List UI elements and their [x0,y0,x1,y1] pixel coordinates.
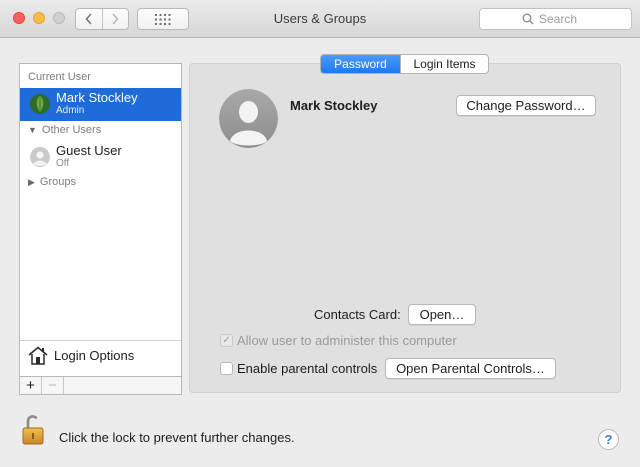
other-users-disclosure[interactable]: ▼ Other Users [28,124,101,136]
generic-user-icon [219,89,278,148]
tab-password[interactable]: Password [321,55,400,73]
generic-user-icon [30,147,50,167]
change-password-button[interactable]: Change Password… [456,95,596,116]
magnifier-icon [522,13,534,25]
user-name: Mark Stockley [56,90,138,105]
disclosure-open-triangle-icon: ▼ [28,125,37,135]
list-divider [20,340,181,341]
user-role: Off [56,158,70,169]
selected-user-name: Mark Stockley [290,98,378,113]
lock-button[interactable] [22,414,44,446]
disclosure-closed-triangle-icon: ▶ [28,176,35,187]
lock-message: Click the lock to prevent further change… [59,430,295,445]
allow-admin-checkbox[interactable]: ✓ [220,334,233,347]
title-bar: Users & Groups [0,0,640,38]
other-users-header: Other Users [41,124,102,136]
search-input[interactable] [539,12,589,26]
allow-admin-label: Allow user to administer this computer [237,333,457,348]
house-icon [28,346,48,365]
login-options-label: Login Options [54,348,135,363]
add-user-button[interactable]: + [20,377,42,394]
parental-controls-label: Enable parental controls [237,361,378,376]
remove-user-button[interactable]: − [42,377,64,394]
groups-disclosure[interactable]: ▶ Groups [28,176,76,188]
user-name: Guest User [56,143,122,158]
groups-header: Groups [39,176,76,188]
login-options-item[interactable]: Login Options [28,346,134,365]
user-row-guest-user[interactable]: Guest User Off [20,141,181,174]
help-button[interactable]: ? [598,429,619,450]
unlocked-padlock-icon [22,415,44,445]
open-contacts-card-button[interactable]: Open… [408,304,476,325]
open-parental-controls-button[interactable]: Open Parental Controls… [385,358,556,379]
user-picture[interactable] [219,89,278,148]
add-remove-bar: + − [19,376,182,395]
contacts-card-label: Contacts Card: [314,307,401,322]
user-list: Current User Mark Stockley Admin ▼ Other… [19,63,182,395]
search-field[interactable] [479,8,632,30]
current-user-header: Current User [28,71,91,83]
leaf-photo-icon [30,94,50,114]
avatar [30,94,50,114]
tab-login-items[interactable]: Login Items [400,55,488,73]
tab-bar: Password Login Items [320,54,489,74]
user-row-mark-stockley[interactable]: Mark Stockley Admin [20,88,181,121]
parental-controls-checkbox[interactable] [220,362,233,375]
avatar [30,147,50,167]
user-role: Admin [56,105,85,116]
